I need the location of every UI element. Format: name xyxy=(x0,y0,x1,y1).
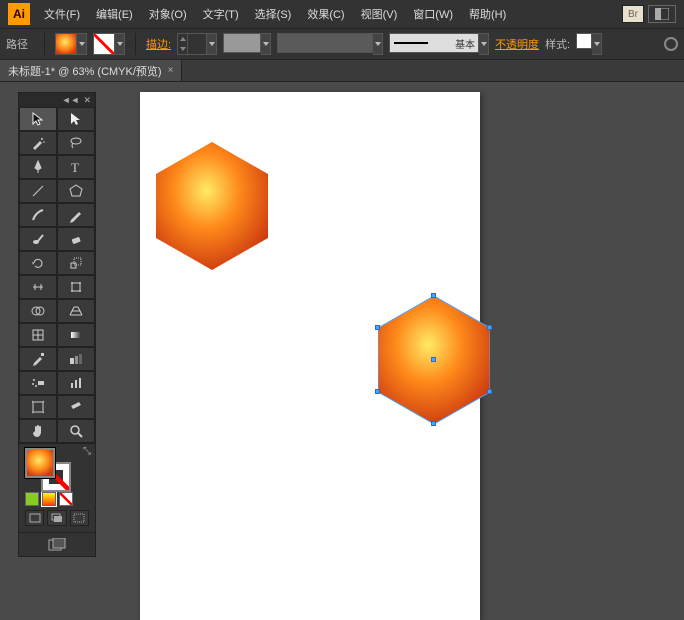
workspace: ◄◄ ✕ T xyxy=(0,82,684,620)
control-bar: 路径 描边: 基本 不透明度 样式: xyxy=(0,28,684,60)
graphic-style[interactable]: 基本 xyxy=(389,33,479,53)
type-tool[interactable]: T xyxy=(57,155,95,179)
collapse-icon[interactable]: ◄◄ xyxy=(62,95,80,105)
paintbrush-tool[interactable] xyxy=(19,203,57,227)
document-tab-title: 未标题-1* @ 63% (CMYK/预览) xyxy=(8,63,162,79)
menu-help[interactable]: 帮助(H) xyxy=(461,2,514,26)
opacity-link[interactable]: 不透明度 xyxy=(495,36,539,52)
tools-panel: ◄◄ ✕ T xyxy=(18,92,96,557)
hexagon-shape[interactable] xyxy=(156,142,268,270)
var-width-dropdown[interactable] xyxy=(261,33,271,55)
brush-dropdown[interactable] xyxy=(373,33,383,55)
fill-swatch[interactable] xyxy=(55,33,77,55)
graphic-style-label: 基本 xyxy=(455,36,475,51)
var-width-profile[interactable] xyxy=(223,33,261,53)
selection-type-label: 路径 xyxy=(6,36,28,52)
pencil-tool[interactable] xyxy=(57,203,95,227)
anchor-handle[interactable] xyxy=(375,325,380,330)
menu-edit[interactable]: 编辑(E) xyxy=(88,2,141,26)
style-label: 样式: xyxy=(545,36,570,52)
lasso-tool[interactable] xyxy=(57,131,95,155)
color-mode-button[interactable] xyxy=(25,492,39,506)
draw-normal-button[interactable] xyxy=(25,510,44,526)
fill-dropdown[interactable] xyxy=(77,33,87,55)
menu-object[interactable]: 对象(O) xyxy=(141,2,195,26)
svg-text:T: T xyxy=(71,160,79,175)
tools-panel-header: ◄◄ ✕ xyxy=(19,93,95,107)
anchor-handle[interactable] xyxy=(431,293,436,298)
hexagon-shape-selected[interactable] xyxy=(378,296,490,424)
hand-tool[interactable] xyxy=(19,419,57,443)
polygon-tool[interactable] xyxy=(57,179,95,203)
center-handle[interactable] xyxy=(431,357,436,362)
bridge-button[interactable]: Br xyxy=(622,5,644,23)
anchor-handle[interactable] xyxy=(431,421,436,426)
blend-tool[interactable] xyxy=(57,347,95,371)
perspective-grid-tool[interactable] xyxy=(57,299,95,323)
zoom-tool[interactable] xyxy=(57,419,95,443)
menu-effect[interactable]: 效果(C) xyxy=(299,2,352,26)
menu-file[interactable]: 文件(F) xyxy=(36,2,88,26)
shape-builder-tool[interactable] xyxy=(19,299,57,323)
menubar: Ai 文件(F) 编辑(E) 对象(O) 文字(T) 选择(S) 效果(C) 视… xyxy=(0,0,684,28)
pen-tool[interactable] xyxy=(19,155,57,179)
style-dropdown[interactable] xyxy=(592,33,602,55)
brush-definition[interactable] xyxy=(277,33,373,53)
swap-fill-stroke-icon[interactable]: ⤡ xyxy=(83,446,91,457)
eyedropper-tool[interactable] xyxy=(19,347,57,371)
none-mode-button[interactable] xyxy=(59,492,73,506)
direct-selection-tool[interactable] xyxy=(57,107,95,131)
fill-color-swatch[interactable] xyxy=(25,448,55,478)
column-graph-tool[interactable] xyxy=(57,371,95,395)
width-tool[interactable] xyxy=(19,275,57,299)
anchor-handle[interactable] xyxy=(487,325,492,330)
stroke-weight-dropdown[interactable] xyxy=(207,33,217,55)
artboard-tool[interactable] xyxy=(19,395,57,419)
menu-text[interactable]: 文字(T) xyxy=(195,2,247,26)
document-tab[interactable]: 未标题-1* @ 63% (CMYK/预览) × xyxy=(0,60,182,81)
menu-view[interactable]: 视图(V) xyxy=(353,2,406,26)
document-tab-bar: 未标题-1* @ 63% (CMYK/预览) × xyxy=(0,60,684,82)
draw-inside-button[interactable] xyxy=(70,510,89,526)
graphic-style-dropdown[interactable] xyxy=(479,33,489,55)
screen-mode-button[interactable] xyxy=(19,532,95,556)
rotate-tool[interactable] xyxy=(19,251,57,275)
recolor-icon[interactable] xyxy=(664,37,678,51)
symbol-sprayer-tool[interactable] xyxy=(19,371,57,395)
artboard[interactable] xyxy=(140,92,480,620)
gradient-mode-button[interactable] xyxy=(42,492,56,506)
eraser-tool[interactable] xyxy=(57,227,95,251)
anchor-handle[interactable] xyxy=(487,389,492,394)
draw-behind-button[interactable] xyxy=(47,510,66,526)
app-logo[interactable]: Ai xyxy=(8,3,30,25)
gradient-tool[interactable] xyxy=(57,323,95,347)
stroke-weight-field[interactable] xyxy=(177,33,207,55)
anchor-handle[interactable] xyxy=(375,389,380,394)
stroke-swatch[interactable] xyxy=(93,33,115,55)
free-transform-tool[interactable] xyxy=(57,275,95,299)
fill-stroke-indicator: ⤡ xyxy=(25,448,77,488)
selection-tool[interactable] xyxy=(19,107,57,131)
line-tool[interactable] xyxy=(19,179,57,203)
blob-brush-tool[interactable] xyxy=(19,227,57,251)
arrange-documents-button[interactable] xyxy=(648,5,676,23)
mesh-tool[interactable] xyxy=(19,323,57,347)
close-tab-button[interactable]: × xyxy=(168,65,174,76)
stroke-link[interactable]: 描边: xyxy=(146,36,171,52)
close-panel-icon[interactable]: ✕ xyxy=(83,95,91,106)
slice-tool[interactable] xyxy=(57,395,95,419)
magic-wand-tool[interactable] xyxy=(19,131,57,155)
menu-select[interactable]: 选择(S) xyxy=(247,2,300,26)
style-swatch[interactable] xyxy=(576,33,592,49)
scale-tool[interactable] xyxy=(57,251,95,275)
menu-window[interactable]: 窗口(W) xyxy=(405,2,461,26)
stroke-dropdown[interactable] xyxy=(115,33,125,55)
